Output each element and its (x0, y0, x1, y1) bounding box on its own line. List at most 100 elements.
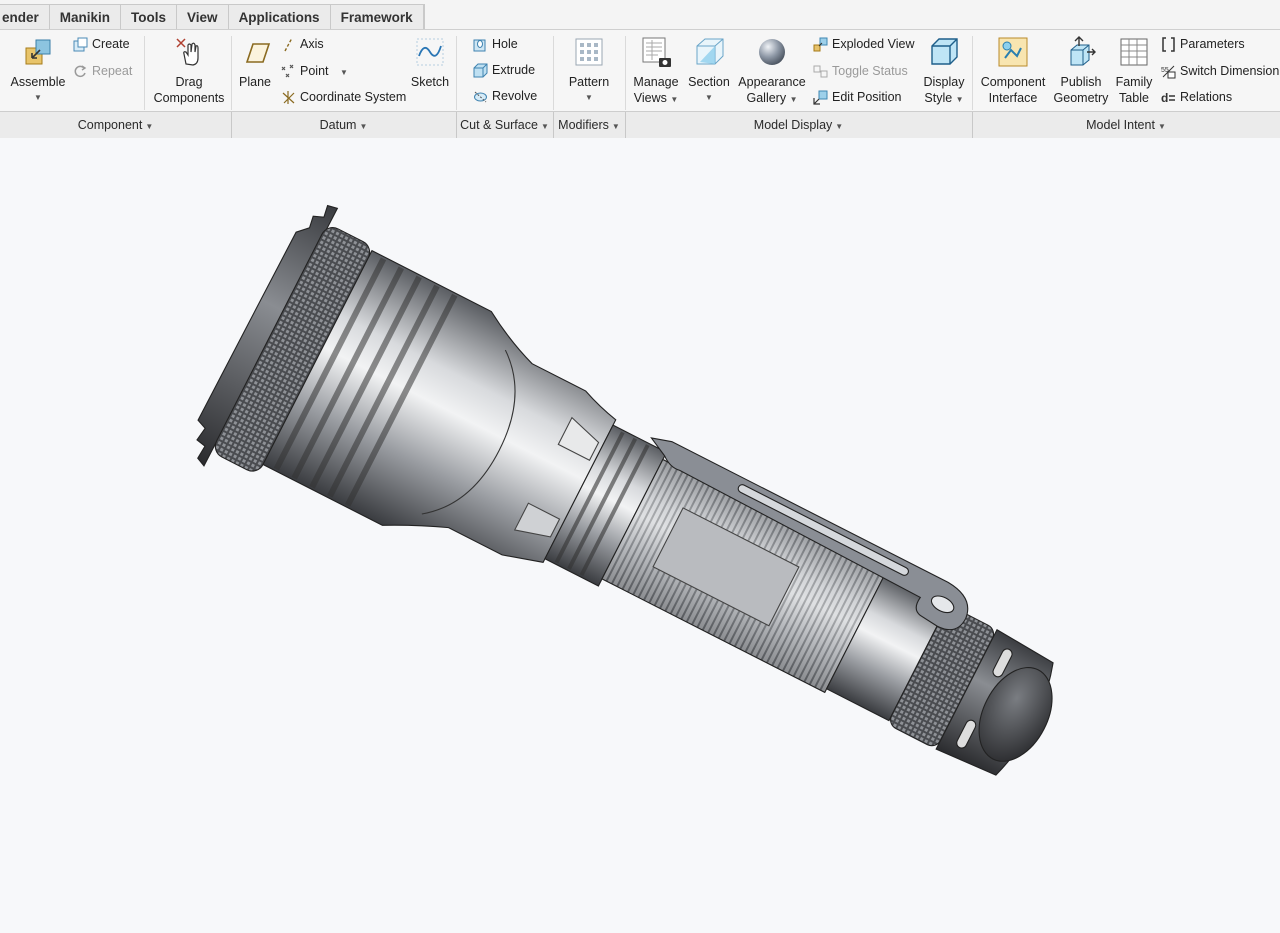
hole-label: Hole (492, 37, 518, 51)
parameters-label: Parameters (1180, 37, 1245, 51)
toggle-status-button[interactable]: Toggle Status (813, 62, 908, 80)
revolve-label: Revolve (492, 89, 538, 103)
display-style-label-2: Style (924, 91, 953, 105)
tab-framework[interactable]: Framework (331, 5, 424, 30)
repeat-label: Repeat (92, 64, 133, 78)
pattern-dropdown-arrow[interactable]: ▼ (562, 90, 616, 106)
group-model-display[interactable]: Model Display ▼ (625, 112, 972, 138)
publish-geometry-button[interactable]: Publish Geometry (1050, 36, 1112, 106)
chevron-down-icon: ▼ (611, 122, 620, 131)
point-dropdown-arrow[interactable]: ▼ (340, 68, 348, 77)
tab-manikin[interactable]: Manikin (50, 5, 122, 30)
edit-position-button[interactable]: Edit Position (813, 88, 901, 106)
group-cut-surface[interactable]: Cut & Surface ▼ (456, 112, 553, 138)
group-modifiers[interactable]: Modifiers ▼ (553, 112, 625, 138)
hole-icon (473, 39, 486, 52)
component-interface-label-2: Interface (988, 91, 1038, 105)
ribbon-tab-bar: ender Manikin Tools View Applications Fr… (0, 0, 1280, 31)
switch-dimension-icon: 55 (1161, 65, 1176, 79)
appearance-label-1: Appearance (738, 75, 806, 89)
assemble-button[interactable]: Assemble ▼ (6, 36, 70, 106)
tab-view[interactable]: View (177, 5, 229, 30)
hole-button[interactable]: Hole (473, 35, 518, 53)
group-datum[interactable]: Datum ▼ (231, 112, 456, 138)
plane-icon (245, 43, 271, 63)
group-model-intent[interactable]: Model Intent ▼ (972, 112, 1280, 138)
repeat-button[interactable]: Repeat (73, 62, 132, 80)
point-button[interactable]: Point ▼ (281, 62, 348, 80)
family-table-button[interactable]: Family Table (1112, 36, 1156, 106)
axis-label: Axis (300, 37, 324, 51)
component-interface-label-1: Component (980, 75, 1046, 89)
group-component-label: Component (77, 118, 143, 132)
pattern-icon (575, 38, 603, 66)
revolve-button[interactable]: Revolve (473, 87, 537, 105)
group-model-display-label: Model Display (753, 118, 833, 132)
ribbon-divider (456, 36, 457, 110)
ribbon-divider (144, 36, 145, 110)
toggle-status-icon (813, 65, 828, 78)
family-table-label-1: Family (1115, 75, 1153, 89)
edit-position-icon (813, 90, 828, 105)
coordinate-system-icon (282, 91, 295, 105)
assemble-dropdown-arrow[interactable]: ▼ (6, 90, 70, 106)
coordinate-system-button[interactable]: Coordinate System (281, 88, 406, 106)
plane-button[interactable]: Plane (236, 36, 274, 90)
pattern-button[interactable]: Pattern ▼ (562, 36, 616, 106)
switch-dimension-button[interactable]: 55 Switch Dimension (1161, 62, 1279, 80)
extrude-icon (473, 63, 488, 78)
section-dropdown-arrow[interactable]: ▼ (686, 90, 732, 106)
axis-button[interactable]: Axis (281, 35, 324, 53)
family-table-label-2: Table (1119, 91, 1149, 105)
ribbon-divider (553, 36, 554, 110)
axis-icon (284, 37, 293, 52)
ribbon-panel: Assemble ▼ Create Repeat Drag Components… (0, 29, 1280, 112)
parameters-button[interactable]: Parameters (1161, 35, 1245, 53)
chevron-down-icon: ▼ (835, 122, 844, 131)
manage-views-dropdown-arrow[interactable]: ▼ (670, 95, 678, 104)
tab-render[interactable]: ender (0, 5, 50, 30)
group-modifiers-label: Modifiers (558, 118, 609, 132)
component-interface-icon (998, 37, 1028, 67)
create-button[interactable]: Create (73, 35, 130, 53)
appearance-gallery-button[interactable]: Appearance Gallery ▼ (736, 36, 808, 108)
create-label: Create (92, 37, 130, 51)
ribbon-tabs: ender Manikin Tools View Applications Fr… (0, 4, 425, 31)
extrude-button[interactable]: Extrude (473, 61, 535, 79)
sketch-icon (416, 38, 444, 66)
tab-tools[interactable]: Tools (121, 5, 178, 30)
manage-views-button[interactable]: Manage Views ▼ (630, 36, 682, 108)
sketch-button[interactable]: Sketch (408, 36, 452, 90)
drag-label-1: Drag (175, 75, 203, 89)
display-style-button[interactable]: Display Style ▼ (920, 36, 968, 108)
chevron-down-icon: ▼ (1157, 122, 1166, 131)
publish-geometry-icon (1070, 36, 1096, 66)
drag-components-icon (176, 38, 199, 66)
group-cut-surface-label: Cut & Surface (460, 118, 538, 132)
relations-button[interactable]: d Relations (1161, 88, 1232, 106)
toggle-status-label: Toggle Status (832, 64, 908, 78)
family-table-icon (1120, 38, 1148, 66)
graphics-viewport[interactable] (0, 138, 1280, 928)
ribbon-divider (231, 36, 232, 110)
appearance-dropdown-arrow[interactable]: ▼ (790, 95, 798, 104)
publish-geometry-label-1: Publish (1060, 75, 1102, 89)
drag-label-2: Components (153, 91, 225, 105)
section-label: Section (688, 75, 730, 89)
exploded-view-button[interactable]: Exploded View (813, 35, 914, 53)
section-button[interactable]: Section ▼ (686, 36, 732, 106)
ribbon-divider (972, 36, 973, 110)
manage-views-icon (642, 37, 671, 67)
group-component[interactable]: Component ▼ (0, 112, 231, 138)
edit-position-label: Edit Position (832, 90, 902, 104)
point-label: Point (300, 64, 329, 78)
assemble-label: Assemble (10, 75, 66, 89)
drag-components-button[interactable]: Drag Components (150, 36, 228, 106)
display-style-dropdown-arrow[interactable]: ▼ (956, 95, 964, 104)
appearance-gallery-icon (759, 39, 785, 65)
component-interface-button[interactable]: Component Interface (977, 36, 1049, 106)
flashlight-model[interactable] (0, 138, 1280, 928)
revolve-icon (474, 91, 487, 103)
tab-applications[interactable]: Applications (229, 5, 331, 30)
svg-text:d: d (1161, 91, 1168, 105)
